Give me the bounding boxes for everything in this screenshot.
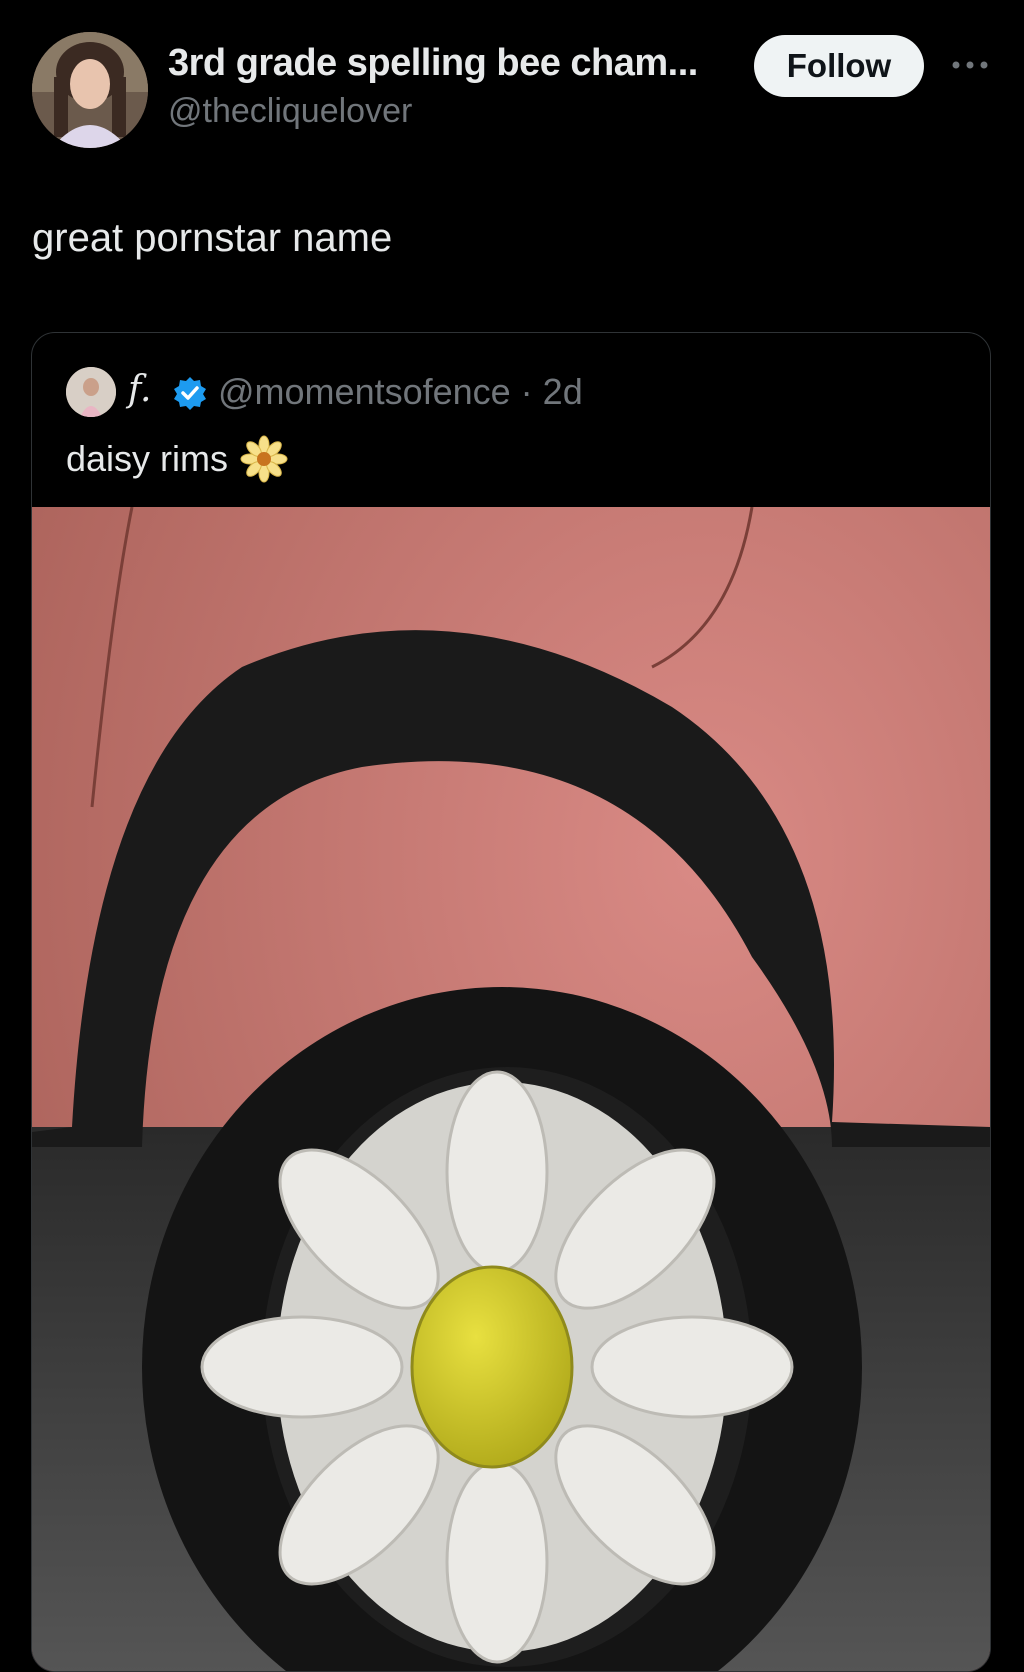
author-handle[interactable]: @thecliquelover: [168, 92, 412, 131]
quoted-tweet-card[interactable]: f. @momentsofence · 2d daisy rims: [31, 332, 991, 1672]
quoted-display-name[interactable]: f.: [128, 369, 151, 410]
author-display-name[interactable]: 3rd grade spelling bee cham...: [168, 42, 698, 85]
author-avatar[interactable]: [32, 32, 148, 148]
daisy-emoji: [240, 435, 288, 483]
quoted-text-row: daisy rims: [66, 435, 288, 483]
quoted-text: daisy rims: [66, 438, 229, 479]
tweet-header: 3rd grade spelling bee cham... @thecliqu…: [0, 0, 1024, 160]
tweet-text: great pornstar name: [32, 216, 393, 260]
verified-badge-icon: [172, 375, 208, 411]
more-icon[interactable]: [948, 50, 992, 80]
quoted-photo[interactable]: [32, 506, 990, 1671]
quoted-handle-time[interactable]: @momentsofence · 2d: [218, 371, 583, 413]
follow-button[interactable]: Follow: [754, 35, 924, 97]
quoted-author-avatar[interactable]: [66, 367, 116, 417]
